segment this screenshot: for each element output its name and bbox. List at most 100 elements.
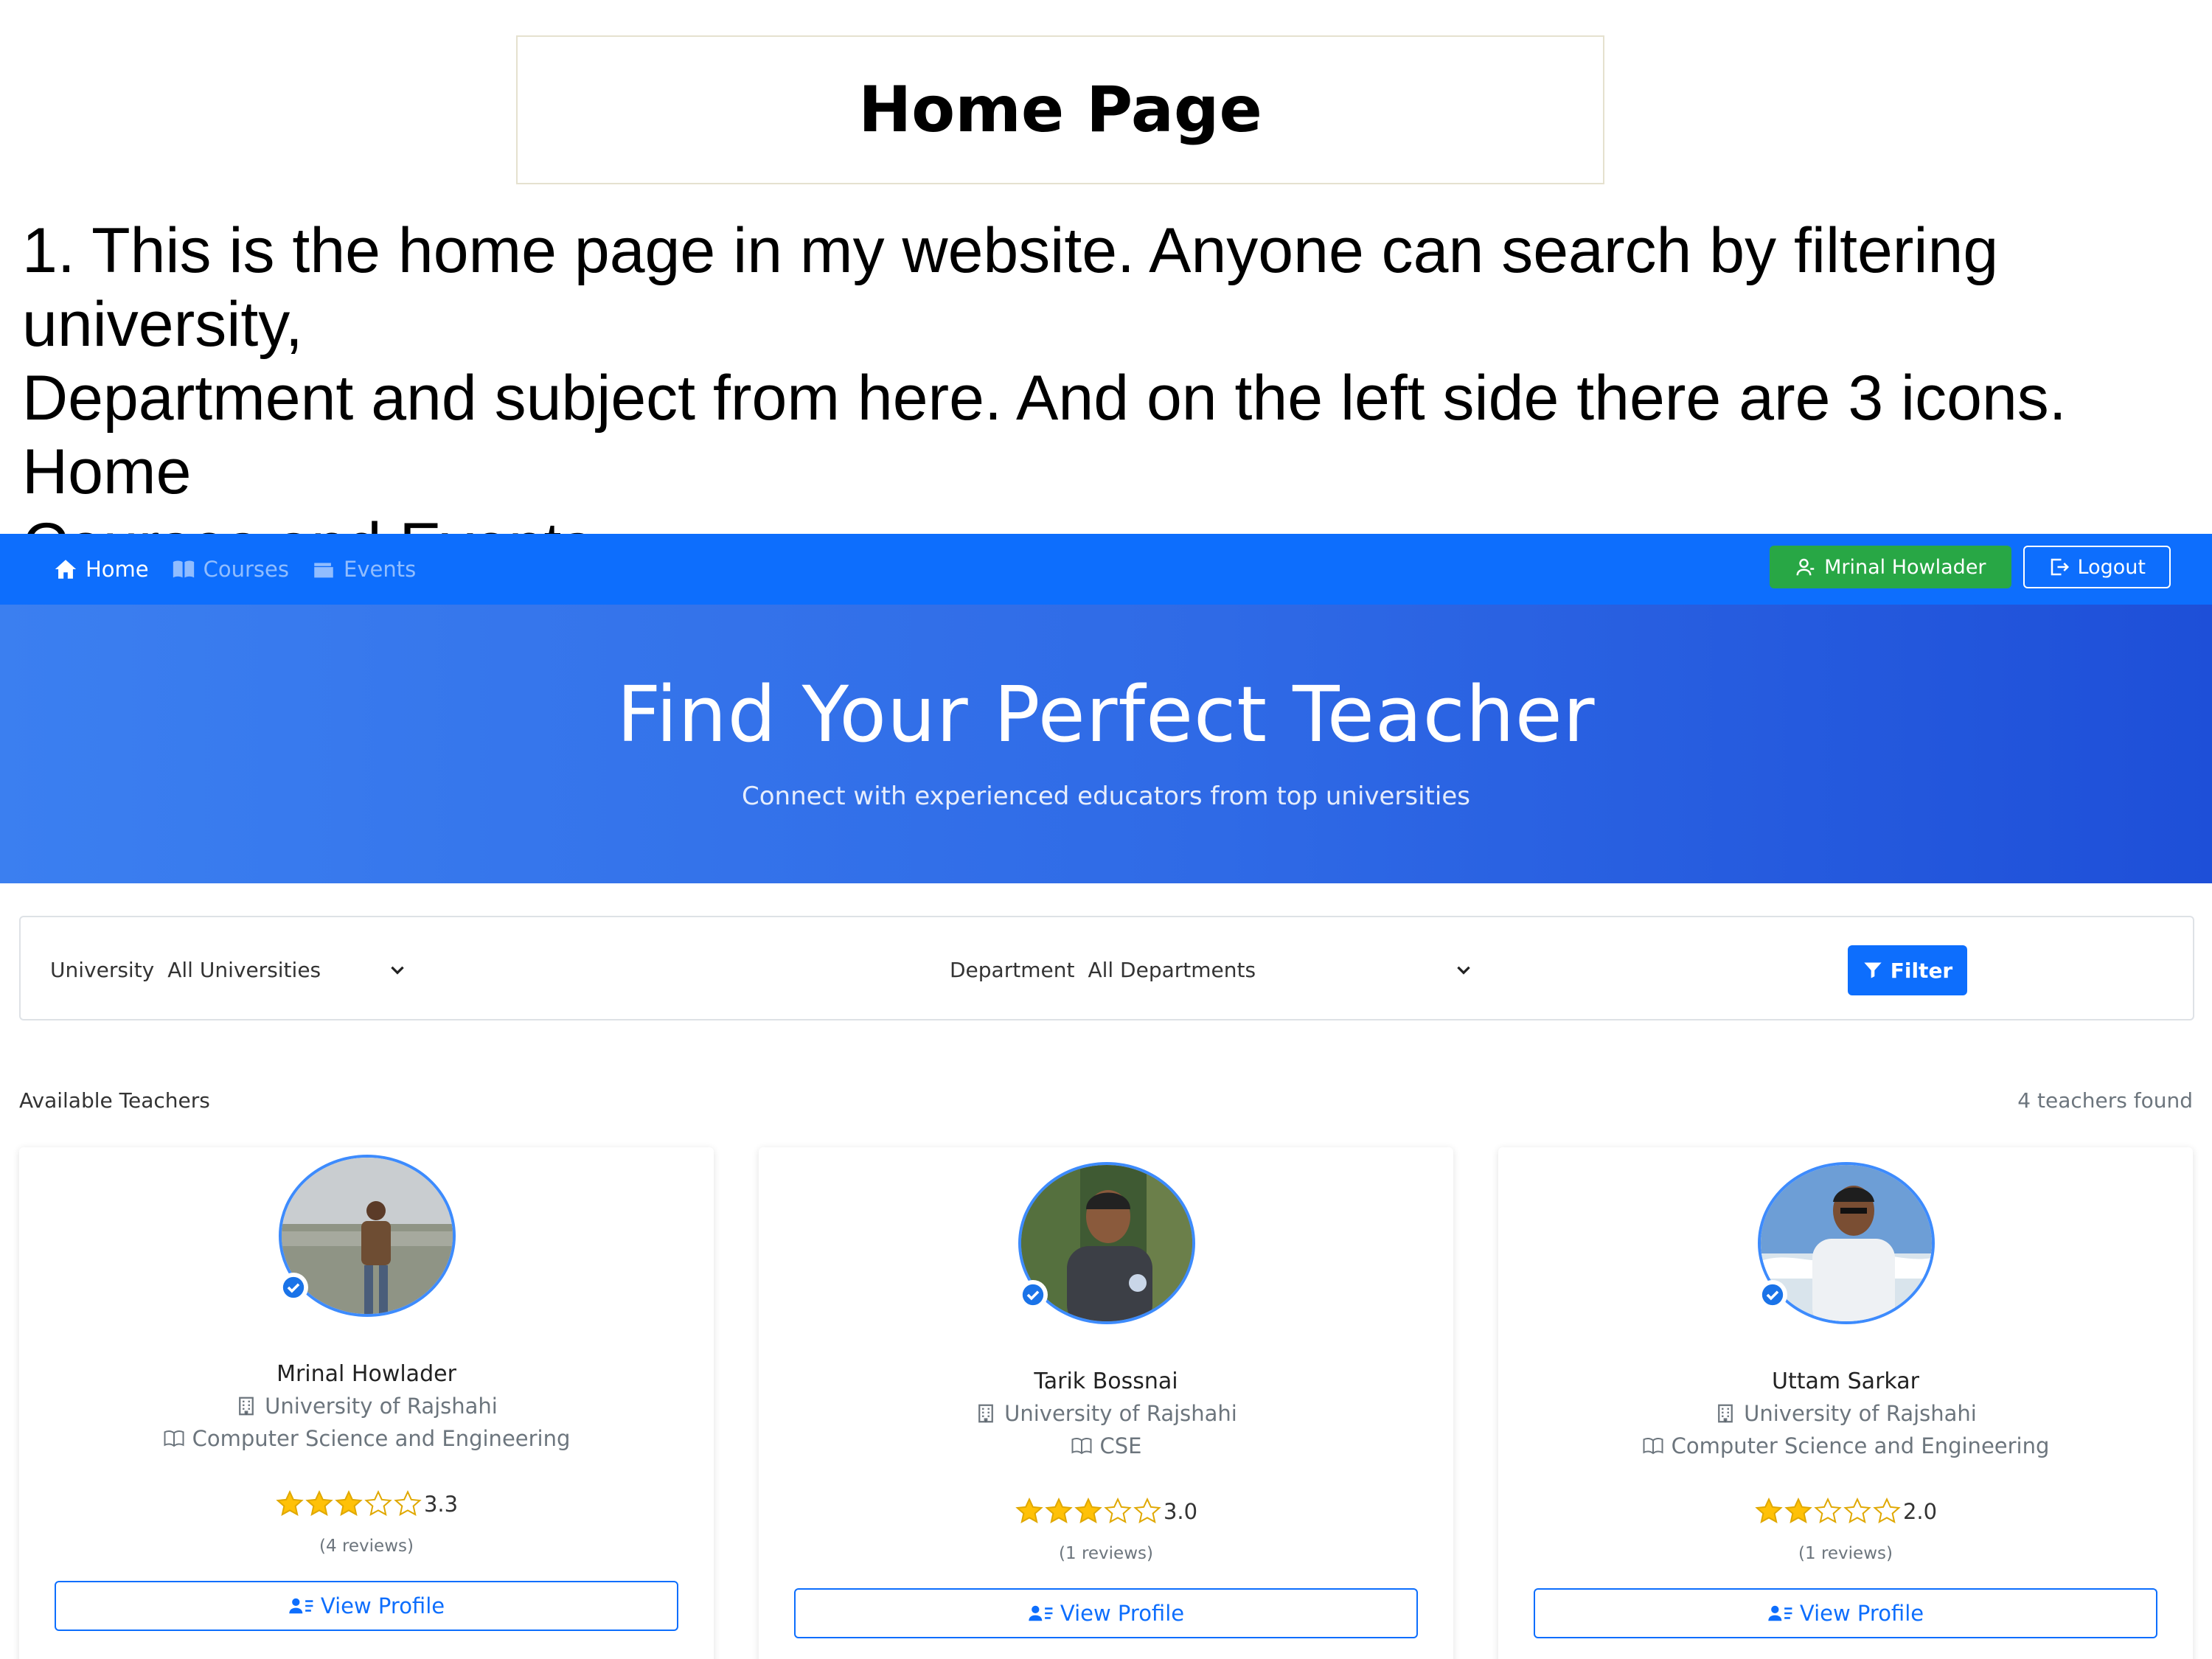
chevron-down-icon[interactable]: [1454, 960, 1473, 979]
star-filled-icon: [1755, 1497, 1783, 1523]
hero-title: Find Your Perfect Teacher: [616, 669, 1596, 759]
verified-icon: [282, 1276, 305, 1298]
teacher-department-text: CSE: [1099, 1433, 1142, 1458]
verified-icon: [1022, 1284, 1044, 1306]
slide-title: Home Page: [858, 73, 1262, 147]
website-screenshot: Home Courses Events Mrinal Howlader Logo…: [0, 534, 2212, 1659]
hero-subtitle: Connect with experienced educators from …: [742, 782, 1470, 811]
view-profile-button[interactable]: View Profile: [794, 1588, 1418, 1638]
teacher-name: Uttam Sarkar: [1772, 1368, 1919, 1394]
teacher-department-text: Computer Science and Engineering: [192, 1426, 571, 1451]
nav-item-events[interactable]: Events: [311, 557, 416, 582]
rating-value: 3.3: [423, 1492, 459, 1517]
star-empty-icon: [1133, 1497, 1161, 1523]
user-list-icon: [1768, 1605, 1792, 1621]
user-profile-button[interactable]: Mrinal Howlader: [1770, 546, 2011, 588]
teacher-university: University of Rajshahi: [19, 1394, 714, 1419]
nav-item-label: Events: [344, 557, 417, 582]
star-empty-icon: [1843, 1497, 1871, 1523]
teacher-rating: 3.3: [19, 1489, 714, 1519]
university-label: University: [50, 957, 155, 982]
nav-item-label: Home: [86, 557, 149, 582]
teacher-card: Mrinal Howlader University of Rajshahi C…: [19, 1147, 714, 1659]
university-filter[interactable]: University All Universities: [50, 917, 321, 1022]
logout-label: Logout: [2077, 555, 2146, 579]
university-select[interactable]: All Universities: [167, 958, 321, 982]
teacher-university-text: University of Rajshahi: [1744, 1401, 1977, 1426]
view-profile-button[interactable]: View Profile: [55, 1581, 678, 1631]
star-empty-icon: [1814, 1497, 1842, 1523]
verified-badge: [1758, 1280, 1787, 1310]
logout-button[interactable]: Logout: [2023, 546, 2171, 588]
teacher-name: Mrinal Howlader: [276, 1361, 456, 1387]
department-label: Department: [950, 957, 1075, 982]
star-filled-icon: [335, 1489, 363, 1516]
navbar: Home Courses Events Mrinal Howlader Logo…: [0, 534, 2212, 605]
chevron-down-icon[interactable]: [388, 960, 407, 979]
avatar-photo: [1761, 1165, 1932, 1321]
star-empty-icon: [1104, 1497, 1132, 1523]
star-empty-icon: [364, 1489, 392, 1516]
department-select[interactable]: All Departments: [1088, 958, 1256, 982]
teacher-rating: 3.0: [759, 1497, 1453, 1526]
user-name-label: Mrinal Howlader: [1824, 555, 1986, 579]
teacher-university: University of Rajshahi: [1498, 1401, 2193, 1426]
star-empty-icon: [394, 1489, 422, 1516]
verified-badge: [1018, 1280, 1048, 1310]
book-open-icon: [164, 1430, 184, 1447]
home-icon: [55, 560, 77, 579]
star-filled-icon: [1784, 1497, 1812, 1523]
teacher-avatar-wrap: [1018, 1162, 1195, 1324]
filter-panel: University All Universities Department A…: [19, 916, 2194, 1020]
building-icon: [239, 1397, 254, 1416]
avatar-photo: [1021, 1165, 1192, 1321]
funnel-icon: [1864, 962, 1882, 978]
view-profile-label: View Profile: [320, 1593, 445, 1618]
filter-button[interactable]: Filter: [1848, 945, 1967, 995]
view-profile-label: View Profile: [1060, 1601, 1185, 1626]
teacher-avatar-wrap: [279, 1155, 456, 1317]
rating-value: 2.0: [1902, 1499, 1938, 1524]
logout-icon: [2051, 558, 2069, 576]
building-icon: [978, 1404, 994, 1423]
slide-description: 1. This is the home page in my website. …: [22, 214, 2197, 582]
department-filter[interactable]: Department All Departments: [950, 917, 1256, 1022]
teacher-avatar-wrap: [1758, 1162, 1935, 1324]
hero-banner: Find Your Perfect Teacher Connect with e…: [0, 605, 2212, 883]
teacher-name: Tarik Bossnai: [1034, 1368, 1178, 1394]
nav-item-home[interactable]: Home: [53, 557, 149, 582]
teacher-department: CSE: [759, 1433, 1453, 1458]
user-list-icon: [1029, 1605, 1053, 1621]
description-line: university,: [22, 289, 303, 360]
nav-item-label: Courses: [203, 557, 289, 582]
teacher-university-text: University of Rajshahi: [265, 1394, 498, 1419]
teacher-university: University of Rajshahi: [759, 1401, 1453, 1426]
teacher-rating: 2.0: [1498, 1497, 2193, 1526]
nav-actions: Mrinal Howlader Logout: [1770, 546, 2171, 588]
rating-value: 3.0: [1163, 1499, 1198, 1524]
view-profile-label: View Profile: [1799, 1601, 1924, 1626]
teacher-department: Computer Science and Engineering: [19, 1426, 714, 1451]
nav-item-courses[interactable]: Courses: [171, 557, 289, 582]
filter-button-label: Filter: [1890, 958, 1953, 983]
teacher-card: Tarik Bossnai University of Rajshahi CSE…: [759, 1147, 1453, 1659]
building-icon: [1718, 1404, 1733, 1423]
teacher-reviews: (1 reviews): [1059, 1544, 1153, 1563]
verified-icon: [1761, 1284, 1784, 1306]
star-filled-icon: [276, 1489, 304, 1516]
description-line: 1. This is the home page in my website. …: [22, 215, 1999, 286]
star-rating: [1754, 1497, 1902, 1526]
teacher-reviews: (4 reviews): [319, 1537, 414, 1556]
slide-title-box: Home Page: [516, 35, 1604, 184]
teacher-department-text: Computer Science and Engineering: [1671, 1433, 2050, 1458]
star-empty-icon: [1873, 1497, 1901, 1523]
star-rating: [1015, 1497, 1162, 1526]
star-filled-icon: [1045, 1497, 1073, 1523]
verified-badge: [279, 1273, 308, 1302]
department-select-value: All Departments: [1088, 957, 1256, 982]
user-icon: [1796, 558, 1815, 576]
star-filled-icon: [305, 1489, 333, 1516]
description-line: Department and subject from here. And on…: [22, 363, 2067, 507]
university-select-value: All Universities: [167, 957, 321, 982]
view-profile-button[interactable]: View Profile: [1534, 1588, 2157, 1638]
